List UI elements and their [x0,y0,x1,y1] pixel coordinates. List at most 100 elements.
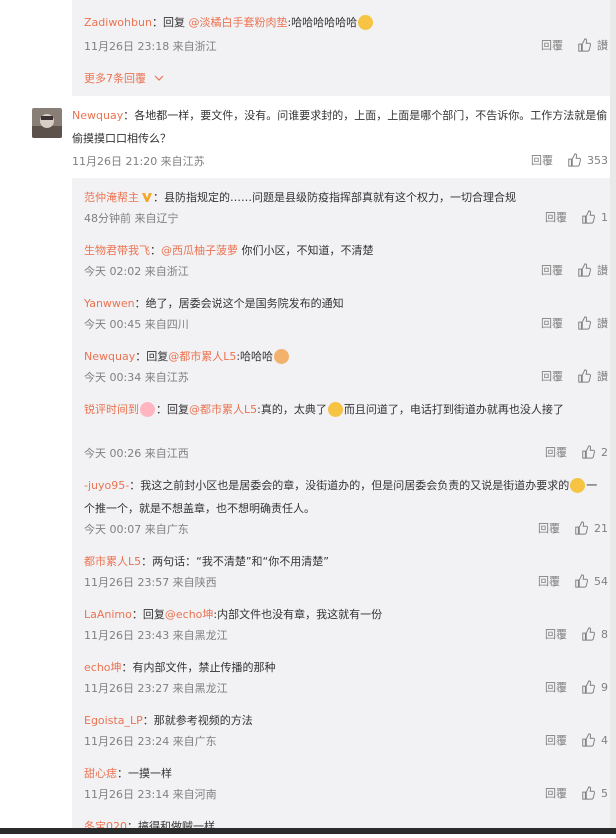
reply-meta: 11月26日 23:24 来自广东 [84,735,217,748]
thumbs-up-icon [578,316,591,330]
reply-username[interactable]: Newquay [84,350,135,363]
thumbs-up-icon [582,210,595,224]
like-button[interactable]: 54 [574,574,608,588]
reply-actions: 回覆 1 [545,209,608,225]
reply-text: echo坤：有内部文件，禁止传播的那种 [84,656,276,679]
reply-text: 生物君带我飞：@西瓜柚子菠萝 你们小区，不知道，不清楚 [84,239,374,262]
colon: ： [153,191,164,204]
comment-meta: 11月26日 21:20 来自江苏 [72,155,205,168]
like-button[interactable]: 1 [581,210,608,224]
reply-body: :内部文件也没有章，我这就有一份 [213,608,383,621]
reply-button[interactable]: 回覆 [538,520,560,536]
reply-username[interactable]: 甜心痣 [84,767,117,780]
mention-link[interactable]: @西瓜柚子菠萝 [161,244,238,257]
reply-username[interactable]: 范仲淹帮主 [84,191,139,204]
reply-button[interactable]: 回覆 [538,573,560,589]
avatar[interactable] [32,108,62,138]
like-count: 讃 [597,264,608,277]
like-button[interactable]: 8 [581,627,608,641]
reply-username[interactable]: Egoista_LP [84,714,143,727]
like-count: 讃 [597,39,608,52]
like-count: 54 [594,574,608,588]
bottom-bar [0,828,616,834]
more-replies-link[interactable]: 更多7条回覆 [84,70,164,86]
colon: ： [141,555,153,568]
reply-username[interactable]: Yanwwen [84,297,135,310]
reply-button[interactable]: 回覆 [545,785,567,801]
scrollbar-track[interactable] [610,0,616,834]
like-button[interactable]: 353 [567,153,608,167]
thumbs-up-icon [575,574,588,588]
thumbs-up-emoji [274,348,290,364]
reply-meta: 今天 00:07 来自广东 [84,523,189,536]
reply-button[interactable]: 回覆 [545,679,567,695]
like-button[interactable]: 21 [574,521,608,535]
reply-meta: 11月26日 23:18 来自浙江 [84,40,217,53]
reply-text: 都市累人L5：两句话：“我不清楚”和“你不用清楚” [84,550,329,573]
comment-username[interactable]: Newquay [72,109,123,122]
mention-link[interactable]: @都市累人L5 [168,350,236,363]
colon: ： [129,479,141,492]
mention-link[interactable]: @淡橘白手套粉肉垫 [188,16,287,29]
reply-username[interactable]: LaAnimo [84,608,132,621]
reply-body: 我这之前封小区也是居委会的章，没街道办的，但是问居委会负责的又说是街道办要求的 [140,479,570,492]
reply-button[interactable]: 回覆 [541,37,563,53]
grin-emoji [570,477,586,493]
reply-button[interactable]: 回覆 [545,732,567,748]
reply-meta: 11月26日 23:57 来自陕西 [84,576,217,589]
reply-button[interactable]: 回覆 [531,152,553,168]
reply-username[interactable]: -juyo95- [84,479,129,492]
laughing-emoji [358,14,374,30]
reply-actions: 回覆 54 [538,573,608,589]
colon: ： [117,767,128,780]
reply-text: Egoista_LP：那就参考视频的方法 [84,709,253,732]
mention-link[interactable]: @都市累人L5 [189,403,257,416]
reply-button[interactable]: 回覆 [545,444,567,460]
like-count: 5 [601,786,608,800]
reply-username[interactable]: 锐评时间到 [84,403,139,416]
like-button[interactable]: 讃 [577,315,608,331]
reply-actions: 回覆 8 [545,626,608,642]
reply-username[interactable]: 都市累人L5 [84,555,141,568]
like-button[interactable]: 讃 [577,368,608,384]
reply-username[interactable]: echo坤 [84,661,122,674]
more-replies-label: 更多7条回覆 [84,72,146,85]
reply-text: 锐评时间到 ：回复@都市累人L5:真的，太典了 而且问道了，电话打到街道办就再也没人… [84,398,604,421]
like-count: 1 [601,210,608,224]
colon: ： [134,297,146,310]
reply-username[interactable]: 生物君带我飞 [84,244,150,257]
like-button[interactable]: 2 [581,445,608,459]
mention-link[interactable]: @echo坤 [165,608,214,621]
v-badge-icon [142,193,152,202]
reply-body: :哈哈哈 [236,350,274,363]
reply-button[interactable]: 回覆 [541,262,563,278]
comment-body: 各地都一样，要文件，没有。问谁要求封的，上面，上面是哪个部门，不告诉你。工作方法… [72,109,608,145]
reply-body: 有内部文件，禁止传播的那种 [132,661,276,674]
reply-meta: 48分钟前 来自辽宁 [84,212,179,225]
reply-button[interactable]: 回覆 [541,368,563,384]
reply-actions: 回覆 4 [545,732,608,748]
reply-text: LaAnimo：回复@echo坤:内部文件也没有章，我这就有一份 [84,603,382,626]
reply-body: :真的，太典了 [257,403,327,416]
reply-username[interactable]: Zadiwohbun [84,16,152,29]
reply-prefix: 回复 [162,16,189,29]
reply-button[interactable]: 回覆 [541,315,563,331]
like-count: 8 [601,627,608,641]
like-button[interactable]: 4 [581,733,608,747]
like-count: 讃 [597,370,608,383]
like-button[interactable]: 讃 [577,262,608,278]
thumbs-up-icon [582,786,595,800]
like-button[interactable]: 5 [581,786,608,800]
reply-actions: 回覆 讃 [541,262,608,278]
reply-meta: 今天 00:26 来自江西 [84,447,189,460]
colon: ： [150,244,161,257]
reply-text: 范仲淹帮主 ：县防指规定的……问题是县级防疫指挥部真就有这个权力，一切合理合规 [84,186,516,209]
reply-actions: 回覆 2 [545,444,608,460]
like-button[interactable]: 9 [581,680,608,694]
reply-button[interactable]: 回覆 [545,209,567,225]
reply-button[interactable]: 回覆 [545,626,567,642]
thumbs-up-icon [578,38,591,52]
reply-text: 冬宝020：搞得和做贼一样 [84,815,215,838]
like-button[interactable]: 讃 [577,37,608,53]
reply-meta: 11月26日 23:14 来自河南 [84,788,217,801]
